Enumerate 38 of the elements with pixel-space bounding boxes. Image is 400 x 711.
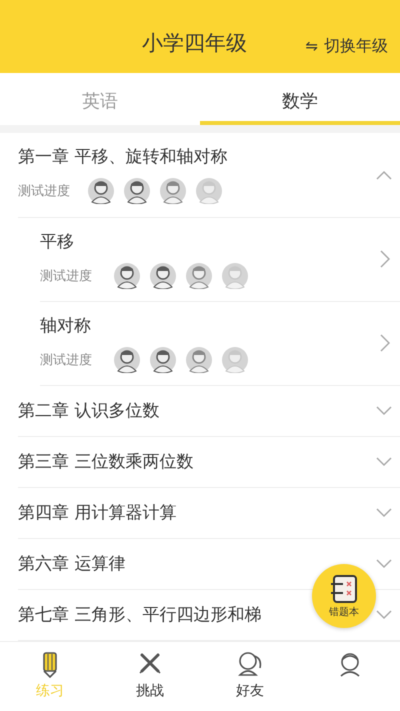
figure-avatar bbox=[150, 346, 176, 373]
chapter-title: 第六章 运算律 bbox=[18, 553, 126, 576]
figure-avatar bbox=[160, 178, 186, 204]
nav-tab[interactable]: 挑战 bbox=[100, 642, 200, 711]
chevron-right-icon bbox=[380, 334, 390, 352]
chapter-row[interactable]: 第一章 平移、旋转和轴对称 测试进度 bbox=[18, 132, 400, 218]
friends-icon bbox=[237, 650, 263, 678]
figure-avatar bbox=[124, 178, 150, 204]
chapter-title: 第七章 三角形、平行四边形和梯 bbox=[18, 604, 262, 626]
grade-title: 小学四年级 bbox=[142, 30, 248, 57]
chapter-title: 第三章 三位数乘两位数 bbox=[18, 451, 194, 474]
figure-avatar bbox=[150, 262, 176, 289]
chevron-right-icon bbox=[380, 250, 390, 268]
section-title: 平移 bbox=[40, 230, 75, 253]
figure-avatar bbox=[196, 178, 222, 204]
figure-avatar bbox=[186, 262, 212, 289]
chapter-title: 第四章 用计算器计算 bbox=[18, 502, 176, 524]
figure-avatar bbox=[114, 262, 140, 289]
chapter-title: 第二章 认识多位数 bbox=[18, 400, 160, 422]
progress-label: 测试进度 bbox=[40, 352, 92, 369]
section-row[interactable]: 轴对称 测试进度 bbox=[40, 302, 400, 386]
switch-grade-button[interactable]: ⇋ 切换年级 bbox=[305, 36, 388, 57]
section-title: 轴对称 bbox=[40, 314, 92, 337]
figure-avatar bbox=[88, 178, 114, 204]
figure-avatar bbox=[222, 262, 248, 289]
section-row[interactable]: 平移 测试进度 bbox=[40, 218, 400, 302]
chapter-row[interactable]: 第三章 三位数乘两位数 bbox=[18, 436, 400, 488]
progress-label: 测试进度 bbox=[18, 183, 70, 200]
figure-avatar bbox=[222, 346, 248, 373]
mistake-book-button[interactable]: 错题本 bbox=[312, 564, 376, 628]
figure-avatar bbox=[186, 346, 212, 373]
progress-label: 测试进度 bbox=[40, 268, 92, 285]
figure-avatar bbox=[114, 346, 140, 373]
chapter-title: 第一章 平移、旋转和轴对称 bbox=[18, 146, 228, 168]
nav-tab[interactable]: 好友 bbox=[200, 642, 300, 711]
notebook-icon bbox=[329, 574, 359, 604]
chapter-row[interactable]: 第四章 用计算器计算 bbox=[18, 488, 400, 539]
chapter-row[interactable]: 第二章 认识多位数 bbox=[18, 386, 400, 437]
